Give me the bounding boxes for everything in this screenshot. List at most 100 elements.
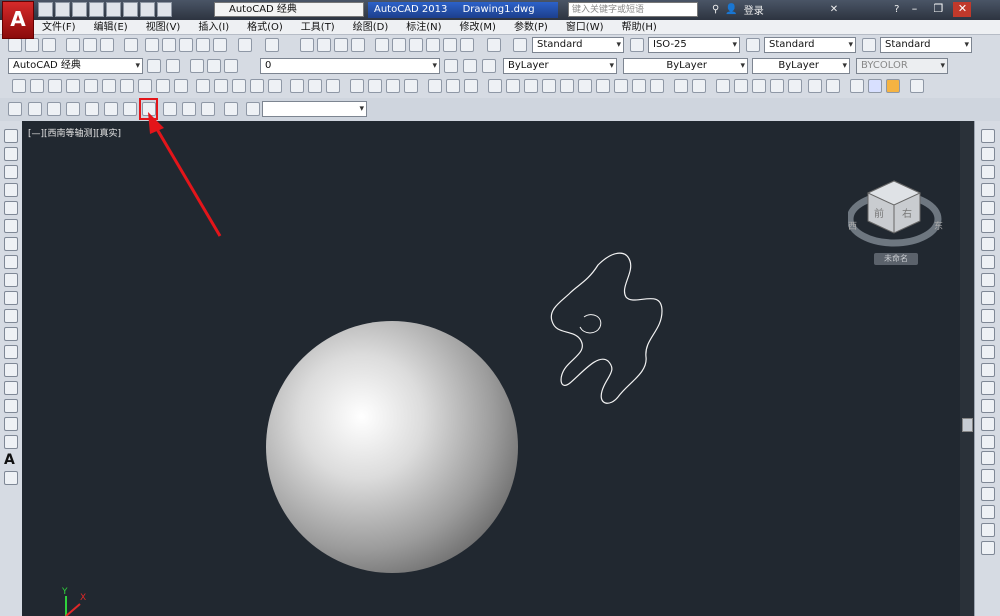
ucs-world-icon[interactable] (446, 79, 460, 93)
layer-lock-icon[interactable] (224, 59, 238, 73)
layer-select[interactable]: 0 (260, 58, 440, 74)
arc-icon[interactable] (4, 219, 18, 233)
wireframe-icon[interactable] (850, 79, 864, 93)
3d-array-icon[interactable] (404, 79, 418, 93)
text-style-select[interactable]: Standard (532, 37, 624, 53)
view-right-icon[interactable] (542, 79, 556, 93)
3d-hidden-icon[interactable] (47, 102, 61, 116)
help-icon[interactable]: ? (894, 4, 899, 15)
walk-icon[interactable] (716, 79, 730, 93)
layer-freeze-icon[interactable] (207, 59, 221, 73)
help-icon[interactable] (487, 38, 501, 52)
new-icon[interactable] (38, 2, 53, 17)
view-top-icon[interactable] (488, 79, 502, 93)
zoom-realtime-icon[interactable] (317, 38, 331, 52)
text-style-icon[interactable] (513, 38, 527, 52)
redo-icon[interactable] (157, 2, 172, 17)
menu-modify[interactable]: 修改(M) (458, 20, 512, 34)
subtract-icon[interactable] (308, 79, 322, 93)
polyline-icon[interactable] (4, 165, 18, 179)
intersect-icon[interactable] (326, 79, 340, 93)
text-front-icon[interactable] (981, 523, 995, 537)
tool-palettes-icon[interactable] (409, 38, 423, 52)
realistic-icon[interactable] (886, 79, 900, 93)
save-icon[interactable] (72, 2, 87, 17)
table-icon[interactable] (4, 435, 18, 449)
redo-icon[interactable] (265, 38, 279, 52)
print-icon[interactable] (66, 38, 80, 52)
undo-icon[interactable] (140, 2, 155, 17)
sketchy-icon[interactable] (123, 102, 137, 116)
view-back-icon[interactable] (578, 79, 592, 93)
style-manager-icon[interactable] (224, 102, 238, 116)
wedge-icon[interactable] (48, 79, 62, 93)
layer-properties-icon[interactable] (166, 59, 180, 73)
save-as-icon[interactable] (89, 2, 104, 17)
material-icon[interactable] (770, 79, 784, 93)
layer-on-icon[interactable] (190, 59, 204, 73)
menu-file[interactable]: 文件(F) (40, 20, 92, 34)
point-icon[interactable] (4, 363, 18, 377)
menu-edit[interactable]: 编辑(E) (92, 20, 144, 34)
workspace-select[interactable]: AutoCAD 经典 (8, 58, 143, 74)
draw-order-front-icon[interactable] (981, 451, 995, 465)
menu-draw[interactable]: 绘图(D) (351, 20, 405, 34)
linetype-select[interactable]: ByLayer (623, 58, 748, 74)
color-select[interactable]: ByLayer (503, 58, 617, 74)
view-front-icon[interactable] (560, 79, 574, 93)
break-point-icon[interactable] (981, 327, 995, 341)
revolve-icon[interactable] (250, 79, 264, 93)
preview-icon[interactable] (83, 38, 97, 52)
ellipse-arc-icon[interactable] (4, 309, 18, 323)
stretch-icon[interactable] (981, 273, 995, 287)
dim-style-icon[interactable] (630, 38, 644, 52)
menu-format[interactable]: 格式(O) (245, 20, 299, 34)
viewcube[interactable]: 前 右 西 东 (846, 155, 948, 265)
erase-icon[interactable] (981, 129, 995, 143)
search-input[interactable]: 键入关键字或短语 (568, 2, 698, 17)
menu-insert[interactable]: 插入(I) (196, 20, 245, 34)
vertical-scrollbar[interactable] (960, 121, 974, 616)
chamfer-icon[interactable] (981, 381, 995, 395)
properties-icon[interactable] (375, 38, 389, 52)
open-icon[interactable] (55, 2, 70, 17)
add-selected-icon[interactable] (4, 471, 18, 485)
cone-icon[interactable] (66, 79, 80, 93)
view-ne-iso-icon[interactable] (632, 79, 646, 93)
sphere-icon[interactable] (84, 79, 98, 93)
new-icon[interactable] (8, 38, 22, 52)
3d-rotate-icon[interactable] (368, 79, 382, 93)
minimize-button[interactable]: – (905, 2, 923, 17)
multileader-style-select[interactable]: Standard (880, 37, 972, 53)
xray-icon[interactable] (182, 102, 196, 116)
3d-wireframe-icon[interactable] (8, 102, 22, 116)
workspace-settings-icon[interactable] (147, 59, 161, 73)
shades-gray-icon[interactable] (104, 102, 118, 116)
3d-align-icon[interactable] (386, 79, 400, 93)
ucs-previous-icon[interactable] (464, 79, 478, 93)
torus-icon[interactable] (120, 79, 134, 93)
send-under-icon[interactable] (981, 505, 995, 519)
orbit-icon[interactable] (692, 79, 706, 93)
block-editor-icon[interactable] (213, 38, 227, 52)
fillet-icon[interactable] (981, 399, 995, 413)
planar-surface-icon[interactable] (174, 79, 188, 93)
extend-icon[interactable] (981, 309, 995, 323)
mirror-icon[interactable] (981, 165, 995, 179)
save-icon[interactable] (42, 38, 56, 52)
polysolid-icon[interactable] (12, 79, 26, 93)
line-icon[interactable] (4, 129, 18, 143)
cut-icon[interactable] (145, 38, 159, 52)
binoculars-icon[interactable]: ⚲ (712, 4, 719, 15)
make-block-icon[interactable] (4, 345, 18, 359)
print-icon[interactable] (123, 2, 138, 17)
dim-style-select[interactable]: ISO-25 (648, 37, 740, 53)
construction-line-icon[interactable] (4, 147, 18, 161)
blend-icon[interactable] (981, 417, 995, 431)
table-style-select[interactable]: Standard (764, 37, 856, 53)
publish-icon[interactable] (100, 38, 114, 52)
open-icon[interactable] (25, 38, 39, 52)
spline-icon[interactable] (4, 273, 18, 287)
revcloud-icon[interactable] (4, 255, 18, 269)
drawing-viewport[interactable]: [—][西南等轴测][真实] Y X 前 右 西 东 未命名 (22, 121, 974, 616)
